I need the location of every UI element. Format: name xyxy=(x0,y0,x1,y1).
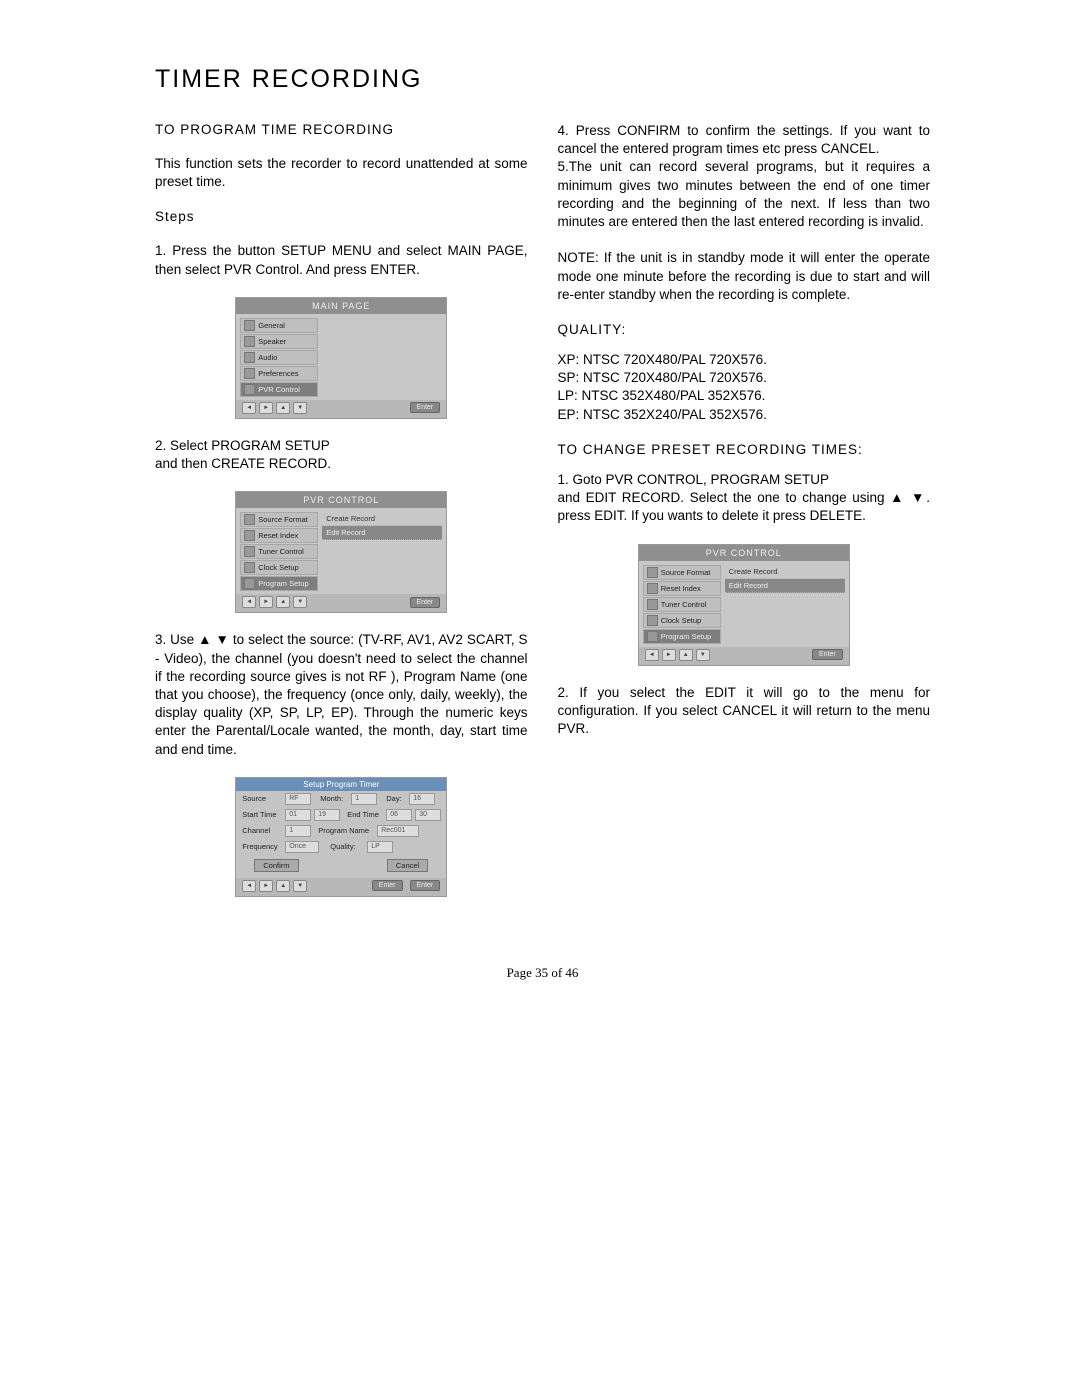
step-3: 3. Use ▲ ▼ to select the source: (TV-RF,… xyxy=(155,631,528,759)
sub-edit-record: Edit Record xyxy=(322,526,442,540)
nav-down-icon: ▼ xyxy=(696,649,710,661)
field-source: RF xyxy=(285,793,311,805)
menu-item-reset-index: Reset Index xyxy=(643,581,721,596)
nav-left-icon: ◄ xyxy=(645,649,659,661)
nav-down-icon: ▼ xyxy=(293,880,307,892)
menu-item-source-format: Source Format xyxy=(240,512,318,527)
nav-right-icon: ► xyxy=(259,402,273,414)
screenshot-pvr-control-2: PVR CONTROL Source Format Reset Index Tu… xyxy=(638,544,850,666)
nav-up-icon: ▲ xyxy=(679,649,693,661)
confirm-button: Confirm xyxy=(254,859,298,872)
change-step-1a: 1. Goto PVR CONTROL, PROGRAM SETUP xyxy=(558,471,931,489)
field-day: 16 xyxy=(409,793,435,805)
nav-left-icon: ◄ xyxy=(242,596,256,608)
shot-title: MAIN PAGE xyxy=(236,298,446,314)
menu-item-clock-setup: Clock Setup xyxy=(240,560,318,575)
field-et1: 06 xyxy=(386,809,412,821)
enter-button: Enter xyxy=(372,880,403,891)
menu-item-reset-index: Reset Index xyxy=(240,528,318,543)
menu-item-general: General xyxy=(240,318,318,333)
label-program-name: Program Name xyxy=(318,826,374,835)
menu-item-pvr-control: PVR Control xyxy=(240,382,318,397)
label-channel: Channel xyxy=(242,826,282,835)
right-column: 4. Press CONFIRM to confirm the settings… xyxy=(558,122,931,915)
nav-right-icon: ► xyxy=(662,649,676,661)
screenshot-pvr-control: PVR CONTROL Source Format Reset Index Tu… xyxy=(235,491,447,613)
nav-left-icon: ◄ xyxy=(242,880,256,892)
step-5: 5.The unit can record several programs, … xyxy=(558,158,931,231)
quality-xp: XP: NTSC 720X480/PAL 720X576. xyxy=(558,351,931,369)
nav-up-icon: ▲ xyxy=(276,402,290,414)
shot-title: PVR CONTROL xyxy=(639,545,849,561)
field-et2: 30 xyxy=(415,809,441,821)
menu-item-source-format: Source Format xyxy=(643,565,721,580)
field-month: 1 xyxy=(351,793,377,805)
step-4: 4. Press CONFIRM to confirm the settings… xyxy=(558,122,931,158)
note-text: NOTE: If the unit is in standby mode it … xyxy=(558,249,931,304)
steps-label: Steps xyxy=(155,209,528,224)
menu-item-program-setup: Program Setup xyxy=(643,629,721,644)
menu-item-audio: Audio xyxy=(240,350,318,365)
shot-title: PVR CONTROL xyxy=(236,492,446,508)
enter-button: Enter xyxy=(410,402,441,413)
quality-lp: LP: NTSC 352X480/PAL 352X576. xyxy=(558,387,931,405)
nav-right-icon: ► xyxy=(259,880,273,892)
quality-ep: EP: NTSC 352X240/PAL 352X576. xyxy=(558,406,931,424)
menu-item-clock-setup: Clock Setup xyxy=(643,613,721,628)
change-step-2: 2. If you select the EDIT it will go to … xyxy=(558,684,931,739)
menu-item-tuner-control: Tuner Control xyxy=(643,597,721,612)
label-end-time: End Time xyxy=(347,810,383,819)
field-program-name: Rec001 xyxy=(377,825,419,837)
nav-right-icon: ► xyxy=(259,596,273,608)
field-frequency: Once xyxy=(285,841,319,853)
page-title: TIMER RECORDING xyxy=(155,65,930,94)
sub-create-record: Create Record xyxy=(322,512,442,526)
field-st2: 19 xyxy=(314,809,340,821)
quality-label: QUALITY: xyxy=(558,322,931,337)
nav-up-icon: ▲ xyxy=(276,596,290,608)
nav-left-icon: ◄ xyxy=(242,402,256,414)
sub-edit-record: Edit Record xyxy=(725,579,845,593)
label-start-time: Start Time xyxy=(242,810,282,819)
nav-down-icon: ▼ xyxy=(293,402,307,414)
enter-button: Enter xyxy=(812,649,843,660)
cancel-button: Cancel xyxy=(387,859,428,872)
change-heading: TO CHANGE PRESET RECORDING TIMES: xyxy=(558,442,931,457)
menu-item-program-setup: Program Setup xyxy=(240,576,318,591)
label-source: Source xyxy=(242,794,282,803)
field-quality: LP xyxy=(367,841,393,853)
step-2b: and then CREATE RECORD. xyxy=(155,455,528,473)
menu-item-speaker: Speaker xyxy=(240,334,318,349)
intro-text: This function sets the recorder to recor… xyxy=(155,155,528,191)
label-day: Day: xyxy=(386,794,406,803)
quality-sp: SP: NTSC 720X480/PAL 720X576. xyxy=(558,369,931,387)
enter-button: Enter xyxy=(410,597,441,608)
change-step-1b: and EDIT RECORD. Select the one to chang… xyxy=(558,489,931,525)
field-channel: 1 xyxy=(285,825,311,837)
menu-item-preferences: Preferences xyxy=(240,366,318,381)
label-quality: Quality: xyxy=(330,842,364,851)
page-number: Page 35 of 46 xyxy=(155,965,930,981)
nav-down-icon: ▼ xyxy=(293,596,307,608)
left-column: TO PROGRAM TIME RECORDING This function … xyxy=(155,122,528,915)
screenshot-main-page: MAIN PAGE General Speaker Audio Preferen… xyxy=(235,297,447,419)
step-1: 1. Press the button SETUP MENU and selec… xyxy=(155,242,528,278)
nav-up-icon: ▲ xyxy=(276,880,290,892)
field-st1: 01 xyxy=(285,809,311,821)
enter-button-2: Enter xyxy=(410,880,441,891)
step-2a: 2. Select PROGRAM SETUP xyxy=(155,437,528,455)
subhead-program: TO PROGRAM TIME RECORDING xyxy=(155,122,528,137)
label-frequency: Frequency xyxy=(242,842,282,851)
menu-item-tuner-control: Tuner Control xyxy=(240,544,318,559)
sub-create-record: Create Record xyxy=(725,565,845,579)
form-title: Setup Program Timer xyxy=(236,778,446,791)
screenshot-timer-form: Setup Program Timer Source RF Month: 1 D… xyxy=(235,777,447,897)
label-month: Month: xyxy=(320,794,348,803)
